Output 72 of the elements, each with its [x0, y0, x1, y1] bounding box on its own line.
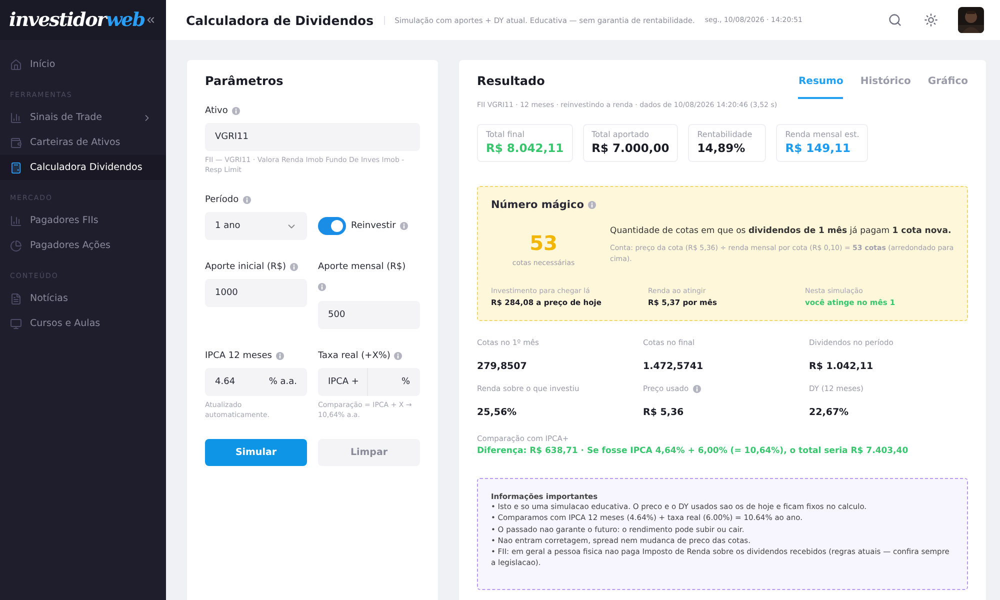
- period-select[interactable]: 1 ano: [205, 212, 307, 240]
- clear-button[interactable]: Limpar: [318, 438, 420, 466]
- pie-chart-icon: [10, 240, 22, 252]
- stat-label: Rentabilidade: [697, 130, 754, 139]
- metric-value: 22,67%: [809, 407, 850, 418]
- page-title: Calculadora de Dividendos: [186, 12, 374, 28]
- logo: investidorweb: [9, 9, 145, 31]
- calculator-icon: [10, 162, 22, 174]
- sidebar-item[interactable]: Cursos e Aulas: [0, 311, 166, 336]
- info-icon: [588, 201, 596, 209]
- stat-label: Total final: [486, 130, 526, 139]
- info-icon: [692, 384, 701, 392]
- field-label: Aporte mensal (R$): [318, 262, 406, 272]
- unit-prefix: IPCA +: [328, 368, 368, 396]
- sidebar-item[interactable]: Pagadores FIIs: [0, 208, 166, 233]
- comparison-text: Diferença: R$ 638,71 · Se fosse IPCA 4,64% + 6,00% (= 10,64%), o total seria R$ 7.403,40: [477, 446, 910, 456]
- description: Quantidade de cotas em que os dividendos de 1 mês já pagam 1 cota nova.: [610, 225, 952, 238]
- initial-amount-field[interactable]: 1000: [205, 279, 307, 308]
- monitor-icon: [10, 318, 22, 330]
- sidebar-item[interactable]: Carteiras de Ativos: [0, 130, 166, 155]
- unit-suffix: %: [401, 377, 410, 388]
- toggle-label: Reinvestir: [351, 221, 396, 232]
- stat-value: R$ 149,11: [785, 141, 852, 155]
- card-title: Parâmetros: [205, 74, 284, 88]
- stat-value: R$ 7.000,00: [592, 141, 670, 155]
- magic-number: 53: [530, 231, 558, 255]
- collapse-icon[interactable]: [144, 14, 156, 26]
- metric-value: 1.472,5741: [643, 361, 704, 372]
- field-label: Ativo: [205, 106, 228, 116]
- info-icon: [400, 222, 408, 230]
- stat-label: Total aportado: [592, 130, 650, 139]
- field-label: Período: [205, 195, 239, 206]
- info-icon: [276, 352, 284, 360]
- monthly-amount-field[interactable]: 500: [318, 301, 420, 330]
- reinvest-toggle[interactable]: [318, 217, 346, 236]
- sidebar-item[interactable]: Notícias: [0, 286, 166, 311]
- tab[interactable]: Gráfico: [928, 74, 968, 99]
- info-icon: [394, 352, 402, 360]
- tab[interactable]: Resumo: [798, 74, 844, 99]
- sidebar-item[interactable]: Calculadora Dividendos: [0, 155, 166, 180]
- home-icon: [10, 58, 22, 70]
- simulate-button[interactable]: Simular: [205, 438, 307, 466]
- field-label: Taxa real (+X%): [318, 351, 390, 362]
- bar-chart-icon: [10, 214, 22, 226]
- tab[interactable]: Histórico: [860, 74, 911, 99]
- document-icon: [10, 292, 22, 304]
- bar-chart-icon: [10, 112, 22, 124]
- info-icon: [242, 196, 251, 204]
- stat-label: Renda mensal est.: [785, 130, 860, 139]
- stat-value: 14,89%: [697, 141, 746, 155]
- real-rate-field[interactable]: IPCA + %: [318, 368, 420, 396]
- metric-value: R$ 5,36: [643, 407, 685, 418]
- info-icon: [232, 107, 240, 115]
- card-title: Resultado: [477, 74, 545, 88]
- search-icon[interactable]: [888, 13, 902, 27]
- panel-title: Número mágico: [491, 199, 584, 211]
- metric-value: R$ 1.042,11: [809, 361, 874, 372]
- field-label: IPCA 12 meses: [205, 351, 272, 362]
- stat-value: R$ 8.042,11: [486, 141, 564, 155]
- sun-icon[interactable]: [924, 13, 938, 27]
- unit-suffix: % a.a.: [268, 377, 297, 388]
- info-icon: [290, 263, 298, 272]
- metric-value: 279,8507: [477, 361, 528, 372]
- metric-value: 25,56%: [477, 407, 518, 418]
- wallet-icon: [10, 136, 22, 148]
- field-label: Aporte inicial (R$): [205, 262, 286, 272]
- asset-field[interactable]: VGRI11: [205, 123, 420, 151]
- sidebar-item[interactable]: Início: [0, 52, 166, 77]
- sidebar-item[interactable]: Sinais de Trade: [0, 105, 166, 130]
- inflation-field[interactable]: 4.64 % a.a.: [205, 368, 307, 396]
- info-icon: [318, 283, 326, 292]
- sidebar-item[interactable]: Pagadores Ações: [0, 233, 166, 258]
